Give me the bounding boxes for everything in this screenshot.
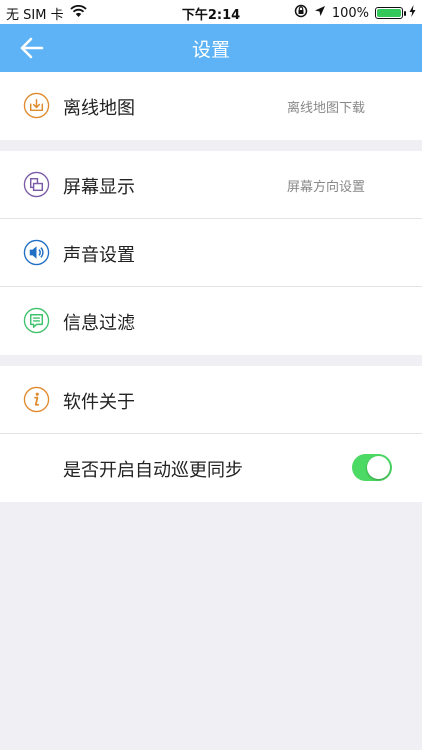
message-icon bbox=[23, 307, 50, 334]
screen-display-icon bbox=[23, 171, 50, 198]
settings-section-about: 软件关于 是否开启自动巡更同步 bbox=[0, 366, 422, 502]
screen-display-row[interactable]: 屏幕显示 屏幕方向设置 bbox=[0, 151, 422, 219]
auto-sync-row: 是否开启自动巡更同步 bbox=[0, 434, 422, 502]
about-row[interactable]: 软件关于 bbox=[0, 366, 422, 434]
auto-sync-label: 是否开启自动巡更同步 bbox=[63, 460, 243, 481]
charging-bolt-icon bbox=[409, 5, 416, 21]
battery-percent: 100% bbox=[331, 5, 369, 21]
toggle-knob bbox=[367, 456, 390, 479]
info-icon bbox=[23, 386, 50, 413]
screen-display-label: 屏幕显示 bbox=[63, 177, 135, 198]
offline-map-detail: 离线地图下载 bbox=[286, 101, 365, 116]
message-filter-row[interactable]: 信息过滤 bbox=[0, 287, 422, 355]
auto-sync-toggle[interactable] bbox=[352, 454, 392, 481]
offline-map-row[interactable]: 离线地图 离线地图下载 bbox=[0, 72, 422, 140]
location-arrow-icon bbox=[314, 5, 326, 21]
sound-settings-row[interactable]: 声音设置 bbox=[0, 219, 422, 287]
settings-section-display: 屏幕显示 屏幕方向设置 声音设置 信息过滤 bbox=[0, 151, 422, 355]
status-right: 100% bbox=[294, 4, 416, 22]
status-bar: 无 SIM 卡 下午2:14 100% bbox=[0, 0, 422, 24]
speaker-icon bbox=[23, 239, 50, 266]
settings-section-map: 离线地图 离线地图下载 bbox=[0, 72, 422, 140]
message-filter-label: 信息过滤 bbox=[63, 313, 135, 334]
battery-icon bbox=[375, 7, 406, 19]
offline-map-label: 离线地图 bbox=[63, 98, 135, 119]
screen-display-detail: 屏幕方向设置 bbox=[286, 180, 365, 195]
battery-fill bbox=[377, 9, 401, 17]
page-title: 设置 bbox=[191, 39, 230, 61]
sound-settings-label: 声音设置 bbox=[63, 245, 135, 266]
navigation-bar: 设置 bbox=[0, 24, 422, 72]
about-label: 软件关于 bbox=[63, 392, 135, 413]
orientation-lock-icon bbox=[294, 4, 308, 22]
download-tray-icon bbox=[23, 92, 50, 119]
